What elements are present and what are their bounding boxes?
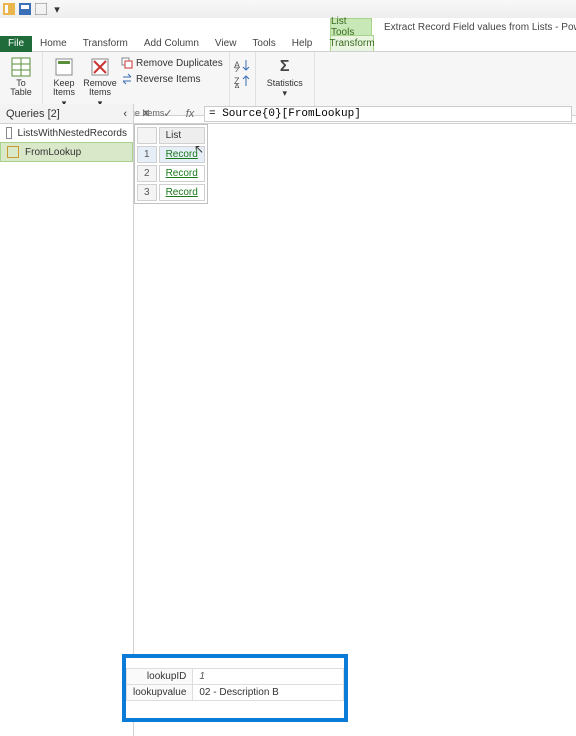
remove-icon [89,56,111,78]
table-icon [6,127,12,139]
queries-pane: Queries [2] ‹ ListsWithNestedRecords Fro… [0,104,134,736]
table-row[interactable]: 3Record [137,184,205,201]
queries-title: Queries [2] [6,108,60,120]
keep-items-button[interactable]: Keep Items▾ [47,54,81,108]
record-preview: lookupID 1 lookupvalue 02 - Description … [122,654,348,722]
queries-header: Queries [2] ‹ [0,104,133,124]
tab-transform[interactable]: Transform [75,36,136,52]
record-cell[interactable]: Record [159,165,205,182]
ribbon-tabs: File Home Transform Add Column View Tool… [0,36,576,52]
query-item[interactable]: ListsWithNestedRecords [0,124,133,142]
keep-items-label: Keep Items [53,79,75,98]
formula-bar: ✕ ✓ fx [134,104,576,124]
tab-file[interactable]: File [0,36,32,52]
commit-icon[interactable]: ✓ [160,106,176,122]
corner-cell [137,127,157,144]
table-icon [10,56,32,78]
sort-asc-icon[interactable]: AZ [234,58,250,72]
collapse-icon[interactable]: ‹ [123,108,127,120]
quick-access-toolbar: ▾ [0,0,576,18]
tab-home[interactable]: Home [32,36,75,52]
column-header[interactable]: List [159,127,205,144]
sort-desc-icon[interactable]: ZA [234,74,250,88]
save-icon[interactable] [18,2,32,16]
preview-key: lookupID [127,669,193,685]
row-number: 1 [137,146,157,163]
reverse-items-button[interactable]: Reverse Items [119,72,225,86]
workspace: Queries [2] ‹ ListsWithNestedRecords Fro… [0,104,576,736]
remove-duplicates-button[interactable]: Remove Duplicates [119,56,225,70]
query-name: FromLookup [25,147,81,158]
table-row[interactable]: 2Record [137,165,205,182]
keep-icon [53,56,75,78]
tab-transform-ctx[interactable]: Transform [330,35,374,51]
preview-value: 1 [193,669,344,685]
preview-key: lookupvalue [127,685,193,701]
svg-text:A: A [234,82,240,88]
list-icon [7,146,19,158]
statistics-label: Statistics [267,79,303,88]
tab-help[interactable]: Help [284,36,321,52]
to-table-button[interactable]: To Table [4,54,38,98]
data-grid: List 1Record 2Record 3Record [134,124,208,204]
table-row[interactable]: 1Record [137,146,205,163]
preview-row: lookupID 1 [127,669,344,685]
remove-items-label: Remove Items [83,79,117,98]
main-area: ✕ ✓ fx List 1Record 2Record 3Record ↖ [134,104,576,736]
fx-icon[interactable]: fx [182,106,198,122]
statistics-button[interactable]: Σ Statistics▾ [263,54,307,99]
reverse-icon [121,73,133,85]
tab-view[interactable]: View [207,36,245,52]
record-cell[interactable]: Record [159,146,205,163]
query-name: ListsWithNestedRecords [18,128,127,139]
reverse-items-label: Reverse Items [136,74,200,85]
chevron-down-icon: ▾ [282,89,287,98]
document-title: Extract Record Field values from Lists -… [384,22,576,33]
preview-value: 02 - Description B [193,685,344,701]
query-item[interactable]: FromLookup [0,142,133,162]
app-icon [2,2,16,16]
title-bar: List Tools Extract Record Field values f… [0,18,576,36]
preview-row: lookupvalue 02 - Description B [127,685,344,701]
remove-items-button[interactable]: Remove Items▾ [83,54,117,108]
remove-duplicates-label: Remove Duplicates [136,58,223,69]
to-table-label: To Table [10,79,32,98]
context-tab-list-tools: List Tools [330,18,372,36]
tab-tools[interactable]: Tools [244,36,283,52]
duplicates-icon [121,57,133,69]
formula-input[interactable] [204,106,572,122]
cancel-icon[interactable]: ✕ [138,106,154,122]
svg-text:Z: Z [234,66,240,72]
undo-icon[interactable] [34,2,48,16]
record-cell[interactable]: Record [159,184,205,201]
sigma-icon: Σ [274,56,296,78]
row-number: 3 [137,184,157,201]
row-number: 2 [137,165,157,182]
preview-table: lookupID 1 lookupvalue 02 - Description … [126,668,344,701]
grid-area: List 1Record 2Record 3Record ↖ [134,124,576,736]
more-icon[interactable]: ▾ [50,2,64,16]
tab-add-column[interactable]: Add Column [136,36,207,52]
